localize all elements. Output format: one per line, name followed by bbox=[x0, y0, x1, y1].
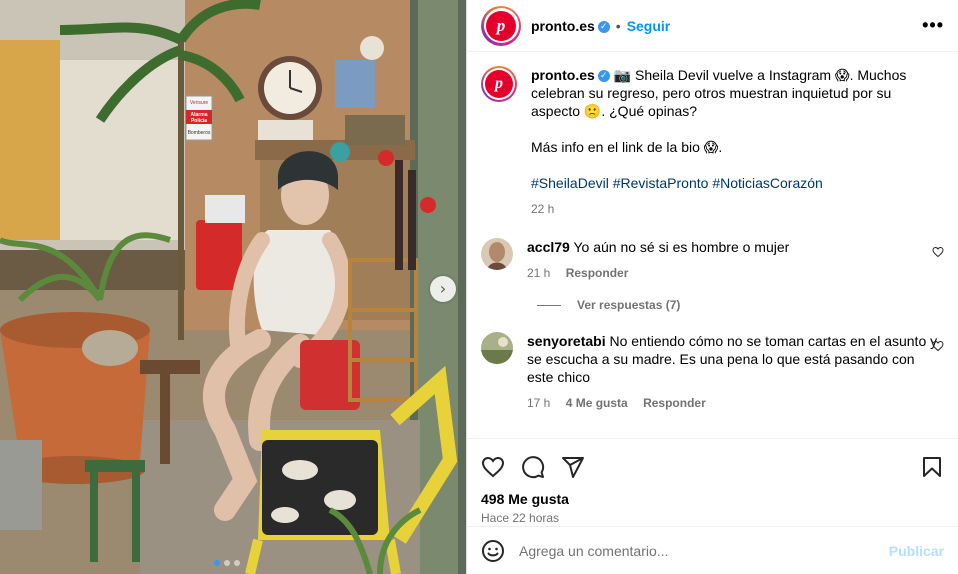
carousel-dot bbox=[234, 560, 240, 566]
post-sidebar: p pronto.es ✓ • Seguir ••• p pronto.es ✓… bbox=[466, 0, 958, 574]
photo-sign-brand: Verisure bbox=[190, 100, 209, 106]
carousel-next-button[interactable]: › bbox=[430, 276, 456, 302]
pronto-logo-icon: p bbox=[485, 70, 513, 98]
caption-time[interactable]: 22 h bbox=[531, 202, 554, 216]
carousel-dot bbox=[224, 560, 230, 566]
comment-meta: 17 h 4 Me gusta Responder bbox=[527, 394, 944, 412]
carousel-dot bbox=[214, 560, 220, 566]
caption-username-text: pronto.es bbox=[531, 67, 595, 83]
commenter-avatar[interactable] bbox=[481, 238, 513, 270]
author-username[interactable]: pronto.es ✓ bbox=[531, 18, 610, 34]
caption-username[interactable]: pronto.es ✓ bbox=[531, 67, 610, 83]
publish-button[interactable]: Publicar bbox=[889, 543, 944, 559]
comment-meta: 21 h Responder bbox=[527, 264, 944, 282]
comment-time[interactable]: 21 h bbox=[527, 266, 550, 280]
post-photo[interactable]: Verisure Alarma Policía Bomberos › bbox=[0, 0, 466, 574]
comment-body: senyoretabi No entiendo cómo no se toman… bbox=[527, 332, 944, 412]
avatar-ring: p bbox=[483, 68, 515, 100]
comment-input[interactable] bbox=[519, 542, 889, 559]
comment-item: accl79 Yo aún no sé si es hombre o mujer… bbox=[481, 238, 944, 282]
commenter-avatar[interactable] bbox=[481, 332, 513, 364]
comment-reply-button[interactable]: Responder bbox=[566, 266, 629, 280]
caption-meta: 22 h bbox=[531, 200, 944, 218]
view-replies-button[interactable]: Ver respuestas (7) bbox=[537, 298, 944, 312]
caption-body: pronto.es ✓ 📷 Sheila Devil vuelve a Insta… bbox=[531, 66, 944, 218]
caption-text: pronto.es ✓ 📷 Sheila Devil vuelve a Insta… bbox=[531, 66, 944, 120]
view-replies-line bbox=[537, 304, 561, 306]
add-comment-bar: Publicar bbox=[467, 526, 958, 574]
chevron-right-icon: › bbox=[439, 279, 447, 298]
post-modal: Verisure Alarma Policía Bomberos › p pro… bbox=[0, 0, 958, 574]
post-caption: p pronto.es ✓ 📷 Sheila Devil vuelve a Ins… bbox=[481, 66, 944, 218]
post-timestamp[interactable]: Hace 22 horas bbox=[481, 511, 944, 525]
comment-icon[interactable] bbox=[521, 455, 545, 479]
send-icon[interactable] bbox=[561, 455, 585, 479]
photo-sign-line3: Bomberos bbox=[188, 130, 211, 136]
author-username-text: pronto.es bbox=[531, 17, 595, 34]
comment-likes-count[interactable]: 4 Me gusta bbox=[566, 396, 628, 410]
author-avatar[interactable]: p bbox=[481, 5, 521, 46]
likes-count[interactable]: 498 Me gusta bbox=[481, 491, 944, 507]
comment-username[interactable]: senyoretabi bbox=[527, 333, 606, 349]
emoji-icon[interactable] bbox=[481, 539, 505, 563]
pronto-logo-icon: p bbox=[486, 10, 516, 41]
verified-badge-icon: ✓ bbox=[597, 20, 610, 33]
verified-badge-icon: ✓ bbox=[597, 70, 610, 83]
caption-avatar[interactable]: p bbox=[481, 66, 517, 102]
post-actions: 498 Me gusta Hace 22 horas bbox=[467, 438, 958, 526]
post-header: p pronto.es ✓ • Seguir ••• bbox=[467, 0, 958, 52]
commenter-avatar-image bbox=[481, 238, 513, 270]
heart-icon[interactable] bbox=[481, 455, 505, 479]
caption-hashtags[interactable]: #SheilaDevil #RevistaPronto #NoticiasCor… bbox=[531, 174, 944, 192]
comment-username[interactable]: accl79 bbox=[527, 239, 570, 255]
photo-illustration: Verisure Alarma Policía Bomberos bbox=[0, 0, 466, 574]
action-icons bbox=[481, 447, 944, 487]
view-replies-label: Ver respuestas (7) bbox=[577, 298, 681, 312]
commenter-avatar-image bbox=[481, 332, 513, 364]
caption-line2: Más info en el link de la bio 😱. bbox=[531, 139, 723, 155]
photo-sign-line2: Policía bbox=[191, 118, 207, 124]
avatar-ring: p bbox=[483, 8, 519, 43]
more-options-icon[interactable]: ••• bbox=[922, 15, 944, 36]
comment-reply-button[interactable]: Responder bbox=[643, 396, 706, 410]
comment-body: accl79 Yo aún no sé si es hombre o mujer… bbox=[527, 238, 944, 282]
comments-section[interactable]: p pronto.es ✓ 📷 Sheila Devil vuelve a Ins… bbox=[467, 52, 958, 438]
carousel-indicator bbox=[214, 560, 240, 566]
comment-like-heart-icon[interactable] bbox=[932, 246, 944, 258]
comment-time[interactable]: 17 h bbox=[527, 396, 550, 410]
header-separator: • bbox=[615, 17, 621, 34]
bookmark-icon[interactable] bbox=[920, 455, 944, 479]
comment-text: Yo aún no sé si es hombre o mujer bbox=[573, 239, 790, 255]
follow-button[interactable]: Seguir bbox=[627, 18, 671, 34]
comment-item: senyoretabi No entiendo cómo no se toman… bbox=[481, 332, 944, 412]
comment-like-heart-icon[interactable] bbox=[932, 340, 944, 352]
